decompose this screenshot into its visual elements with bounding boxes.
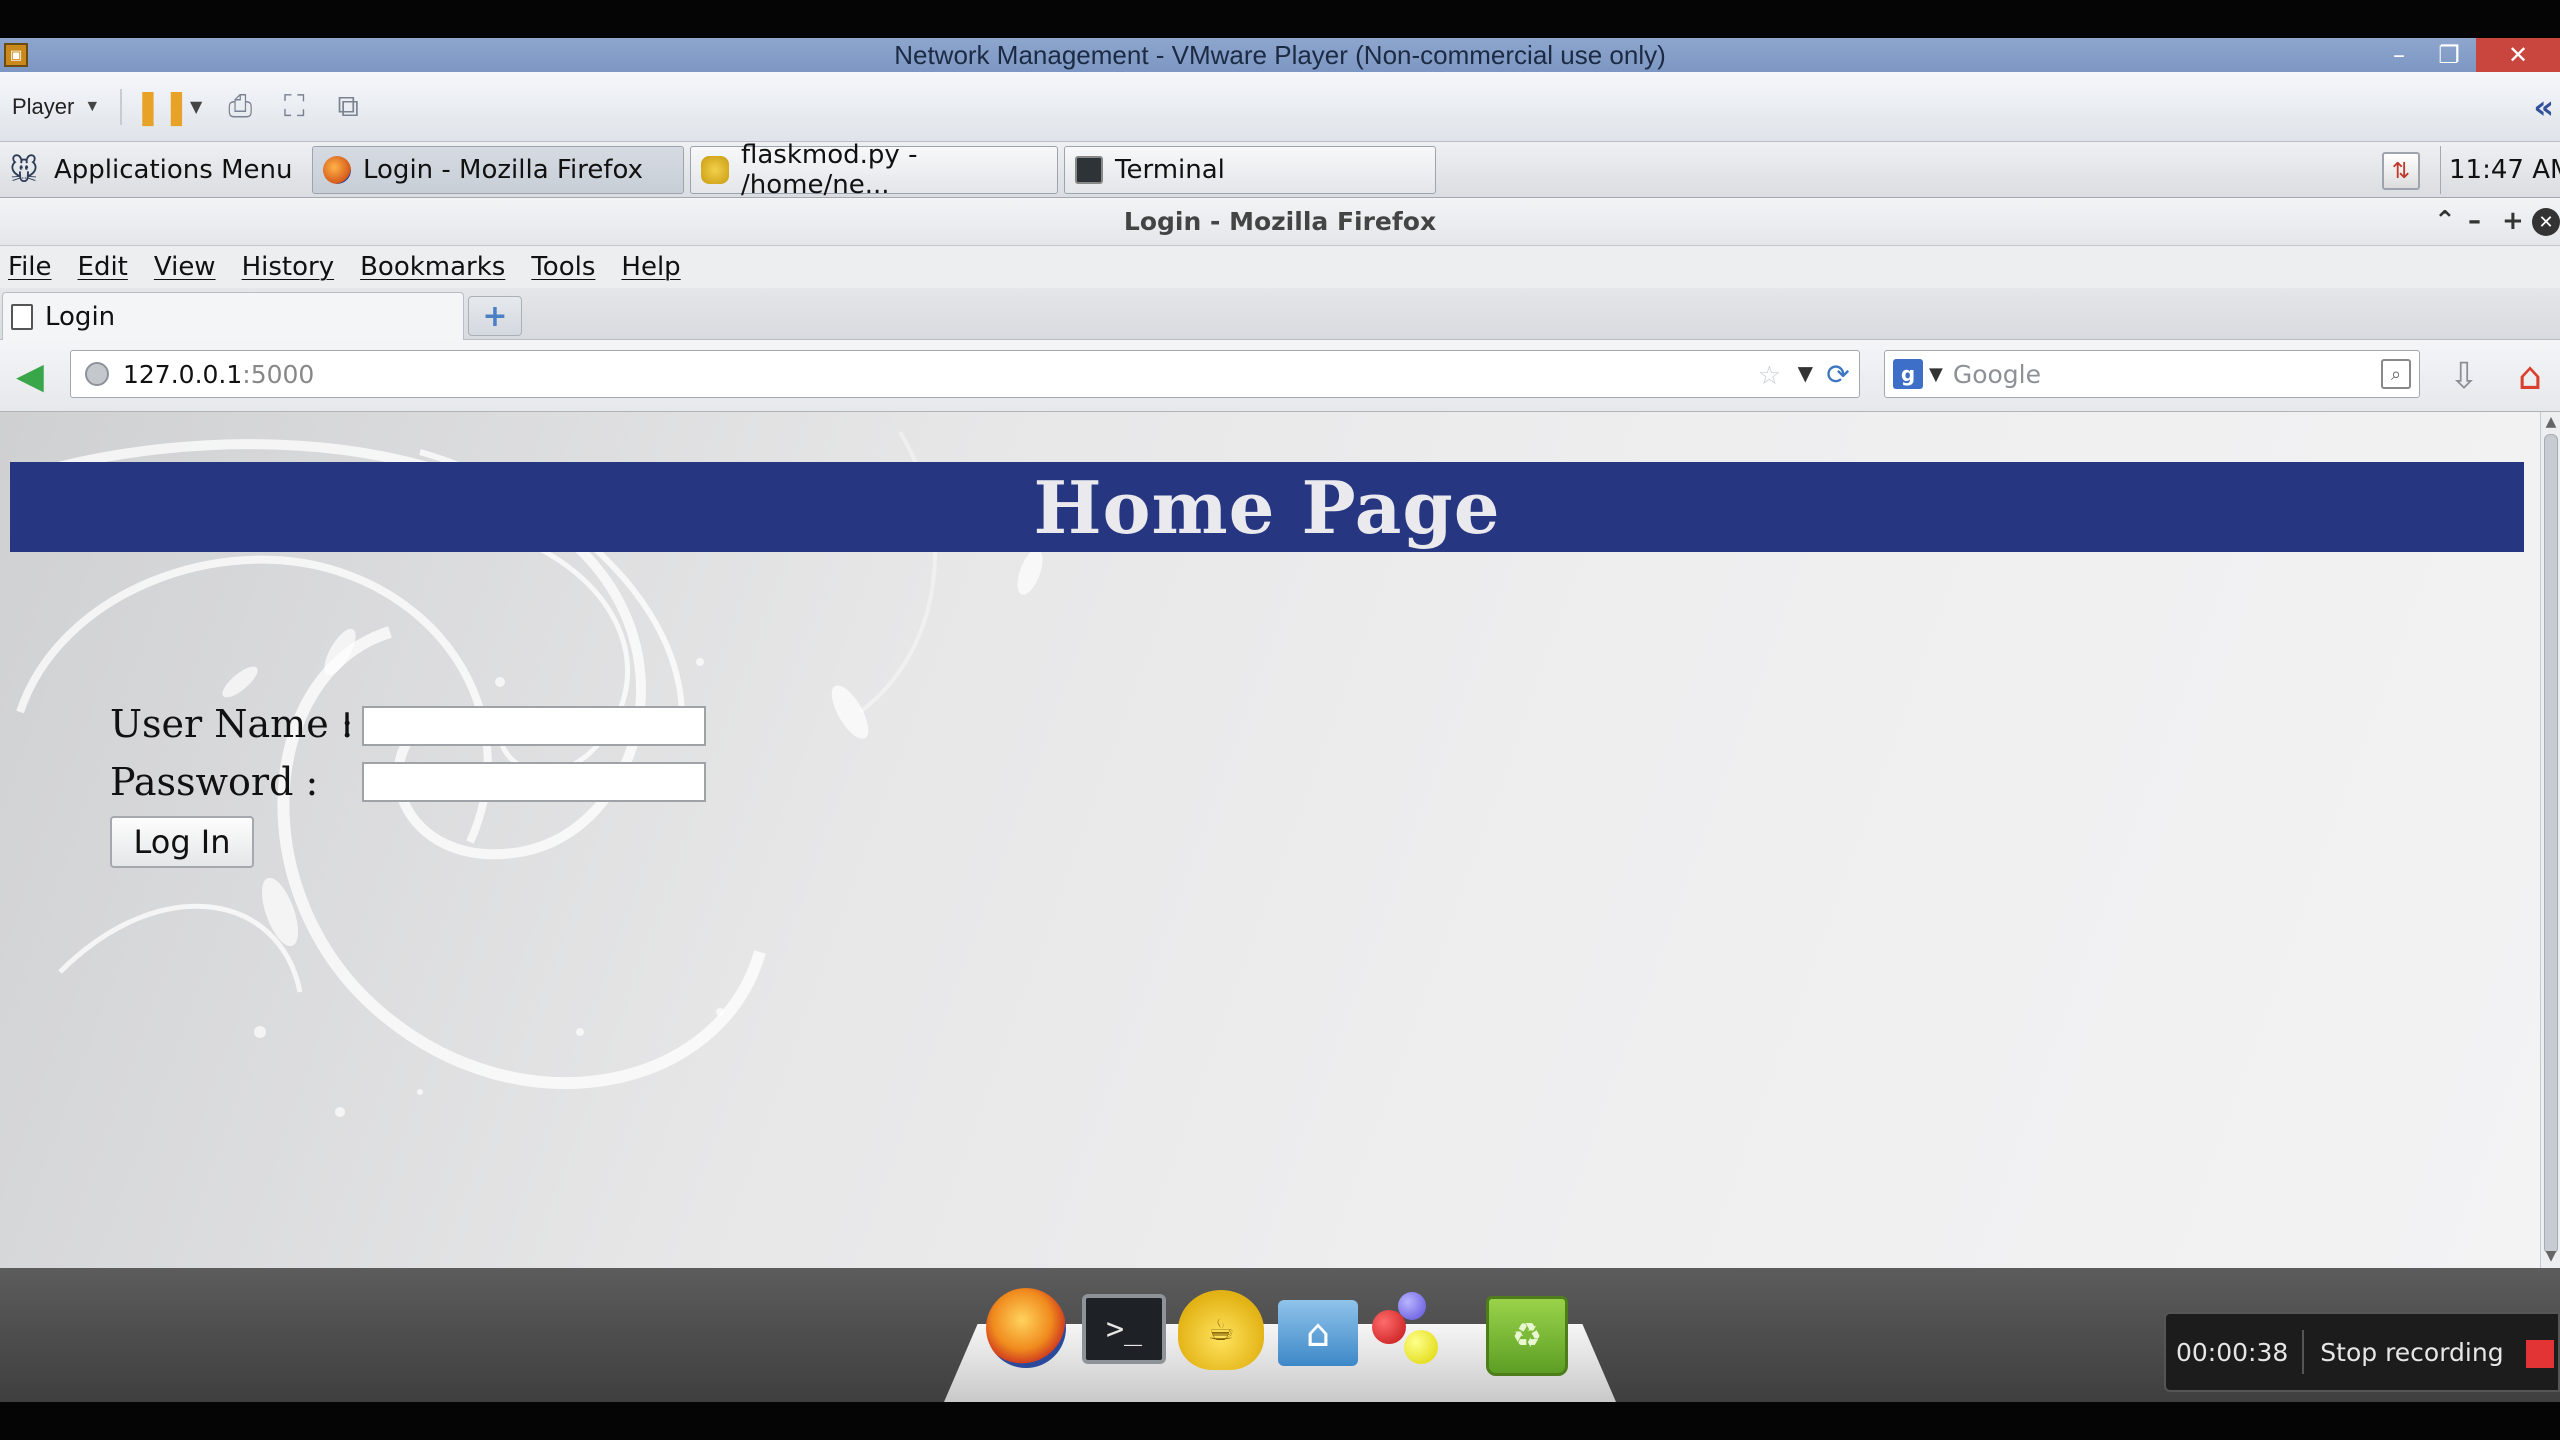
firefox-titlebar: Login - Mozilla Firefox ⌃ – + ✕ bbox=[0, 198, 2560, 246]
page-heading: Home Page bbox=[1033, 464, 1501, 550]
restore-button[interactable]: ❐ bbox=[2426, 38, 2472, 72]
stop-icon[interactable] bbox=[2526, 1340, 2554, 1368]
vm-titlebar: ▣ Network Management - VMware Player (No… bbox=[0, 38, 2560, 72]
task-terminal-window[interactable]: Terminal bbox=[1064, 146, 1436, 194]
teapot-icon[interactable]: ☕ bbox=[1178, 1290, 1264, 1370]
menu-file[interactable]: File bbox=[8, 252, 52, 282]
scroll-up-icon[interactable]: ▲ bbox=[2541, 412, 2560, 432]
clock[interactable]: 11:47 AM bbox=[2440, 146, 2560, 194]
page-scrollbar[interactable]: ▲ ▼ bbox=[2540, 412, 2560, 1268]
firefox-menubar: File Edit View History Bookmarks Tools H… bbox=[0, 246, 2560, 288]
password-label: Password : bbox=[110, 760, 319, 804]
menu-history[interactable]: History bbox=[242, 252, 335, 282]
text-cursor-icon: I bbox=[342, 706, 353, 746]
minimize-icon[interactable]: – bbox=[2468, 206, 2481, 236]
home-icon[interactable]: ⌂ bbox=[2508, 354, 2552, 398]
tab-title: Login bbox=[45, 301, 116, 332]
menu-edit[interactable]: Edit bbox=[78, 252, 128, 282]
reload-icon[interactable]: ⟳ bbox=[1821, 357, 1855, 391]
page-content: Home Page User Name : Password : Log In … bbox=[0, 412, 2540, 1268]
pause-icon[interactable]: ❚❚ bbox=[134, 87, 191, 127]
toolbar-divider bbox=[120, 88, 123, 125]
letterbox-top bbox=[0, 0, 2560, 38]
menu-tools[interactable]: Tools bbox=[531, 252, 595, 282]
shade-icon[interactable]: ⌃ bbox=[2434, 206, 2456, 236]
text-editor-icon bbox=[701, 156, 729, 184]
recording-timer: 00:00:38 bbox=[2176, 1330, 2305, 1374]
tab-login[interactable]: Login bbox=[2, 292, 464, 340]
player-menu-label: Player bbox=[12, 93, 75, 119]
task-label: Login - Mozilla Firefox bbox=[363, 155, 643, 185]
menu-view[interactable]: View bbox=[154, 252, 216, 282]
task-firefox-window[interactable]: Login - Mozilla Firefox bbox=[312, 146, 684, 194]
applications-menu-label: Applications Menu bbox=[54, 155, 293, 185]
terminal-icon bbox=[1075, 156, 1103, 184]
search-bar: g ▼ ⌕ bbox=[1884, 350, 2420, 398]
chevron-down-icon[interactable]: ▼ bbox=[1929, 364, 1943, 385]
navigation-bar: ◀ 127.0.0.1:5000 ☆ ▼ ⟳ g ▼ ⌕ ⇩ ⌂ bbox=[0, 340, 2560, 412]
google-engine-icon[interactable]: g bbox=[1893, 359, 1923, 389]
url-bar[interactable]: 127.0.0.1:5000 ☆ ▼ ⟳ bbox=[70, 350, 1860, 398]
maximize-icon[interactable]: + bbox=[2502, 206, 2524, 236]
stop-recording-label[interactable]: Stop recording bbox=[2320, 1338, 2503, 1367]
send-ctrl-alt-del-icon[interactable]: ⎙ bbox=[220, 87, 260, 127]
task-label: flaskmod.py - /home/ne... bbox=[741, 140, 918, 200]
firefox-window-title: Login - Mozilla Firefox bbox=[1123, 207, 1437, 236]
scroll-down-icon[interactable]: ▼ bbox=[2541, 1246, 2560, 1266]
close-icon[interactable]: ✕ bbox=[2532, 208, 2560, 236]
recording-widget: 00:00:38 Stop recording bbox=[2164, 1312, 2560, 1392]
unity-icon[interactable]: ⧉ bbox=[328, 87, 368, 127]
bookmark-star-icon[interactable]: ☆ bbox=[1758, 361, 1781, 391]
search-icon[interactable]: ⌕ bbox=[2381, 359, 2411, 389]
vm-toolbar: Player ▼ ❚❚ ▼ ⎙ ⛶ ⧉ « bbox=[0, 72, 2560, 142]
purple-ball-icon bbox=[1398, 1292, 1426, 1320]
page-icon bbox=[11, 303, 33, 330]
back-arrow-icon[interactable]: ◀ bbox=[10, 356, 50, 397]
trash-icon[interactable]: ♻ bbox=[1486, 1296, 1568, 1376]
password-input[interactable] bbox=[362, 762, 706, 802]
new-tab-button[interactable]: + bbox=[468, 296, 522, 336]
guest-taskbar: 🐭 Applications Menu Login - Mozilla Fire… bbox=[0, 140, 2560, 200]
yellow-ball-icon bbox=[1404, 1330, 1438, 1364]
terminal-icon[interactable]: >_ bbox=[1082, 1294, 1166, 1364]
applications-icon[interactable] bbox=[1368, 1288, 1458, 1378]
network-status-icon[interactable]: ⇅ bbox=[2382, 152, 2420, 190]
username-input[interactable] bbox=[362, 706, 706, 746]
menu-bookmarks[interactable]: Bookmarks bbox=[360, 252, 505, 282]
chevron-down-icon: ▼ bbox=[84, 97, 101, 115]
collapse-toolbar-icon[interactable]: « bbox=[2533, 88, 2554, 126]
vm-window-title: Network Management - VMware Player (Non-… bbox=[894, 39, 1666, 70]
search-input[interactable] bbox=[1952, 359, 2353, 389]
fullscreen-icon[interactable]: ⛶ bbox=[274, 87, 314, 127]
site-identity-icon[interactable] bbox=[85, 362, 109, 386]
xfce-mouse-icon: 🐭 bbox=[9, 153, 39, 187]
url-port: :5000 bbox=[242, 359, 315, 389]
vmware-logo-icon: ▣ bbox=[4, 43, 28, 67]
scroll-thumb[interactable] bbox=[2544, 434, 2558, 1254]
close-button[interactable]: ✕ bbox=[2476, 38, 2560, 72]
home-banner: Home Page bbox=[10, 462, 2524, 552]
task-editor-window[interactable]: flaskmod.py - /home/ne... bbox=[690, 140, 1058, 200]
url-host: 127.0.0.1 bbox=[123, 359, 243, 389]
applications-menu-button[interactable]: 🐭 Applications Menu bbox=[6, 148, 292, 192]
menu-help[interactable]: Help bbox=[621, 252, 680, 282]
task-label: Terminal bbox=[1115, 155, 1225, 185]
firefox-icon[interactable] bbox=[986, 1288, 1066, 1368]
download-icon[interactable]: ⇩ bbox=[2444, 356, 2484, 397]
tab-strip: Login + bbox=[0, 288, 2560, 340]
pause-dropdown-icon[interactable]: ▼ bbox=[186, 87, 206, 127]
username-label: User Name : bbox=[110, 702, 354, 746]
home-folder-icon[interactable]: ⌂ bbox=[1278, 1300, 1358, 1366]
minimize-button[interactable]: – bbox=[2376, 38, 2422, 72]
firefox-icon bbox=[323, 156, 351, 184]
url-history-dropdown-icon[interactable]: ▼ bbox=[1798, 361, 1813, 385]
letterbox-bottom bbox=[0, 1402, 2560, 1440]
player-menu-button[interactable]: Player ▼ bbox=[12, 94, 100, 120]
login-button[interactable]: Log In bbox=[110, 816, 254, 868]
